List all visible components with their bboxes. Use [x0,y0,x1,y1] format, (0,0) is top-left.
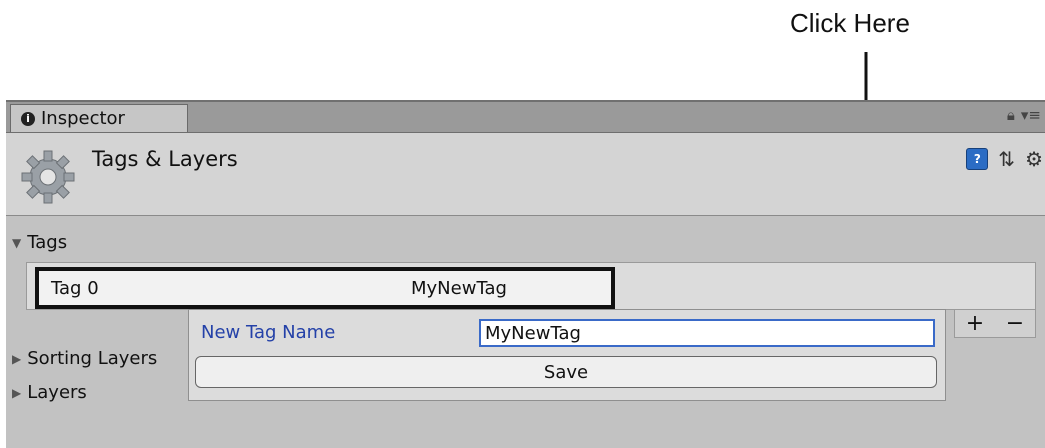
expanded-triangle-icon: ▼ [12,235,22,250]
tab-label: Inspector [41,108,125,129]
info-icon: i [21,111,35,126]
remove-tag-button[interactable]: − [1006,311,1024,336]
help-icon[interactable]: ? [966,148,989,170]
settings-gear-icon [21,150,75,204]
tags-list: Tag 0 MyNewTag [26,262,1036,310]
menu-icon[interactable]: ▾≡ [1021,106,1041,124]
section-sorting-layers[interactable]: ▶ Sorting Layers [12,348,157,369]
tab-inspector[interactable]: i Inspector [10,104,188,132]
tag-value: MyNewTag [411,278,507,299]
new-tag-name-input[interactable] [479,319,935,347]
save-button[interactable]: Save [195,356,937,388]
section-tags-label: Tags [27,232,68,253]
collapsed-triangle-icon: ▶ [12,385,22,400]
add-tag-button[interactable]: + [966,311,984,336]
lock-icon[interactable]: 🔒︎ [1007,106,1015,124]
tag-name: Tag 0 [51,278,99,299]
inspector-window: i Inspector 🔒︎ ▾≡ Tags & Layers ? ⇅ ⚙ ▼ … [6,100,1045,448]
preset-icon[interactable]: ⇅ [998,147,1015,171]
section-tags[interactable]: ▼ Tags [12,232,67,253]
new-tag-name-label: New Tag Name [201,322,336,343]
section-layers[interactable]: ▶ Layers [12,382,87,403]
collapsed-triangle-icon: ▶ [12,351,22,366]
section-sorting-layers-label: Sorting Layers [27,348,158,369]
inspector-header: Tags & Layers ? ⇅ ⚙ [6,133,1045,216]
list-controls: + − [954,310,1036,338]
new-tag-popup: New Tag Name Save [188,309,946,401]
inspector-tabbar: i Inspector 🔒︎ ▾≡ [6,102,1045,133]
tag-row[interactable]: Tag 0 MyNewTag [35,267,615,309]
page-title: Tags & Layers [92,147,238,171]
gear-icon[interactable]: ⚙ [1025,147,1043,171]
section-layers-label: Layers [27,382,87,403]
